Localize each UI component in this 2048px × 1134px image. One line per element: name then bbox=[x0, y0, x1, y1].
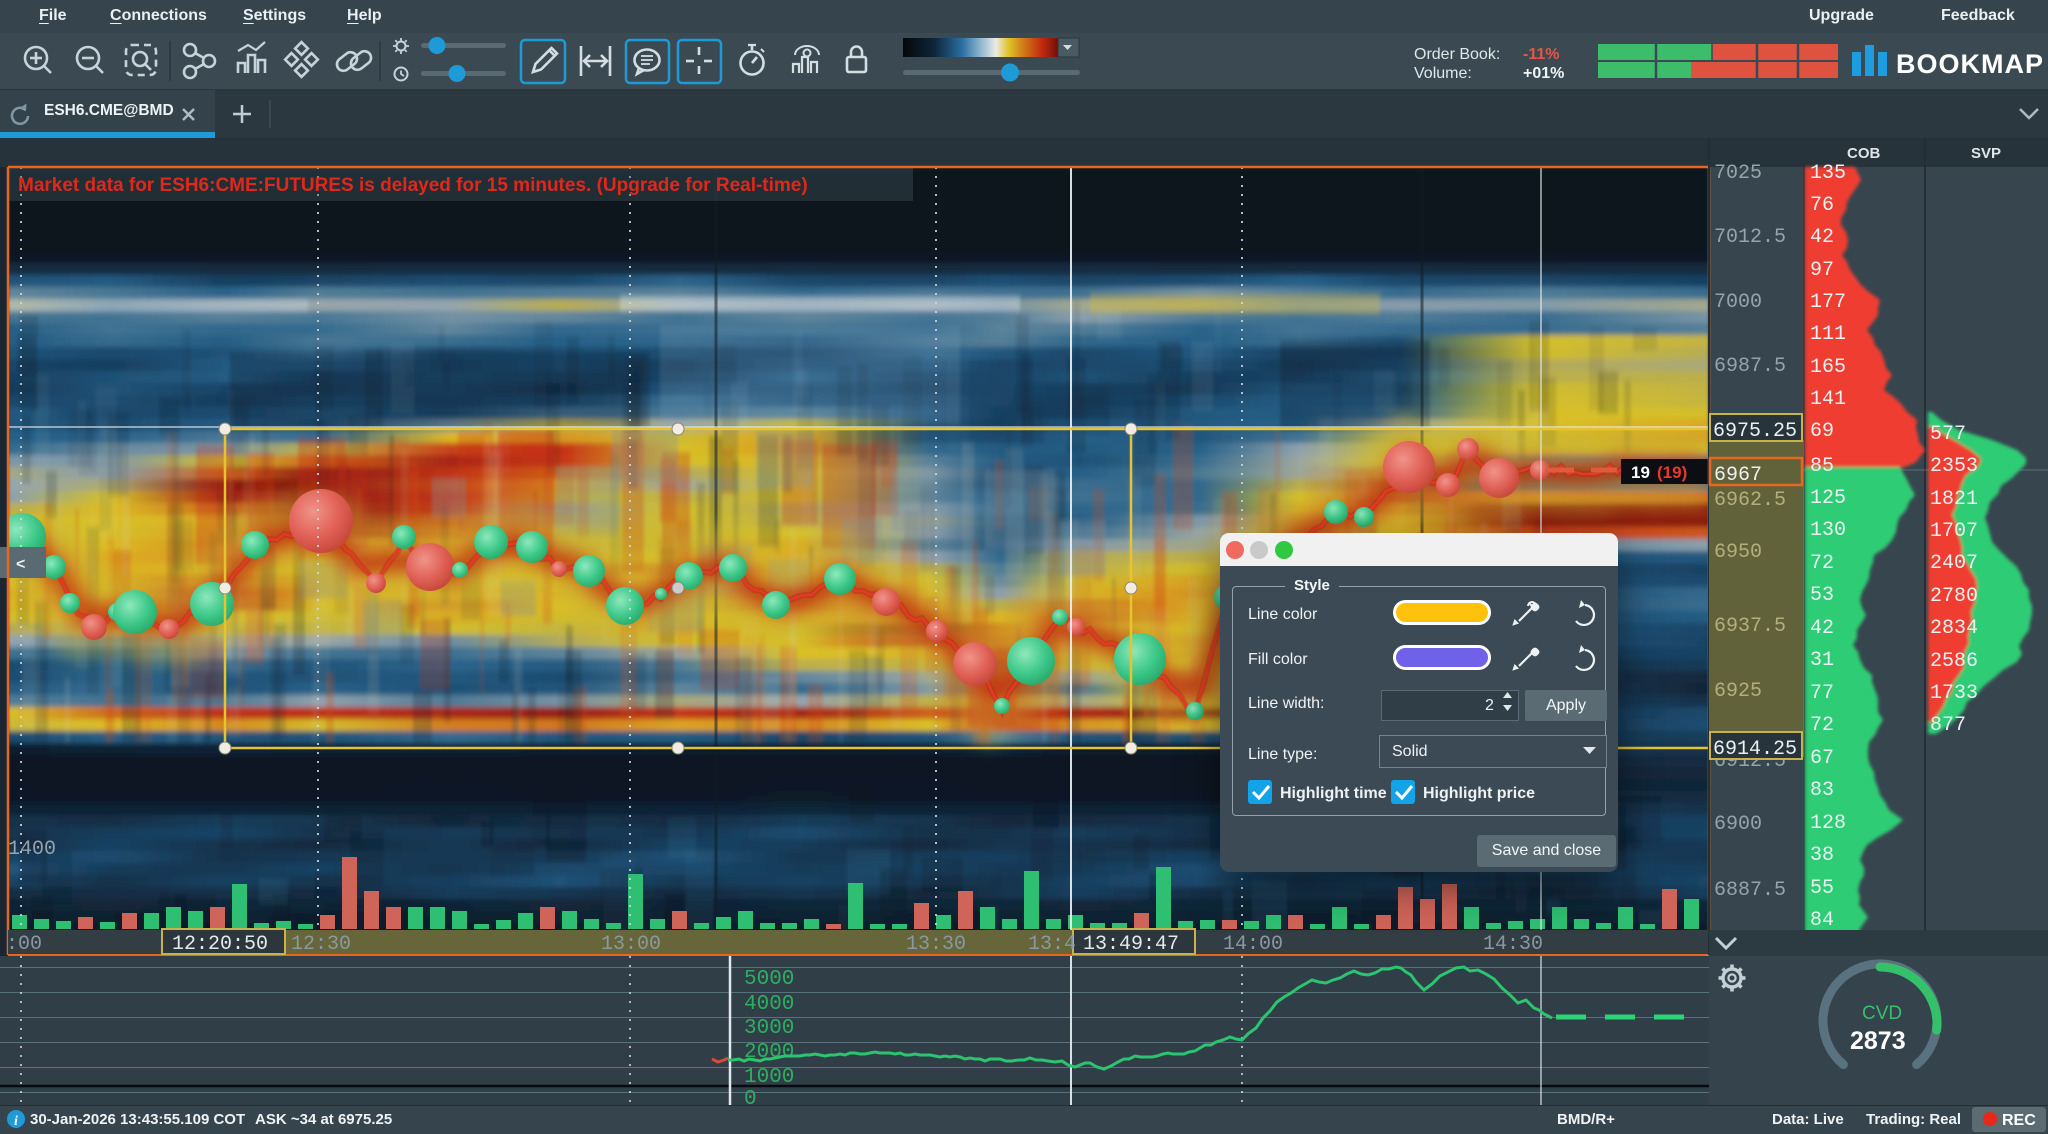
svg-text:+01%: +01% bbox=[1523, 65, 1564, 82]
svg-text:85: 85 bbox=[1810, 455, 1834, 478]
svg-text:38: 38 bbox=[1810, 844, 1834, 867]
svg-text:SVP: SVP bbox=[1971, 145, 2001, 162]
svg-text:135: 135 bbox=[1810, 162, 1846, 185]
svg-text:6925: 6925 bbox=[1714, 680, 1762, 703]
svg-text:141: 141 bbox=[1810, 388, 1846, 411]
svg-text:7025: 7025 bbox=[1714, 162, 1762, 185]
svg-text:7000: 7000 bbox=[1714, 291, 1762, 314]
svg-text:7012.5: 7012.5 bbox=[1714, 226, 1786, 249]
svg-text:i: i bbox=[14, 1114, 18, 1129]
svg-text:77: 77 bbox=[1810, 682, 1834, 705]
svg-text:76: 76 bbox=[1810, 194, 1834, 217]
svg-text:14:30: 14:30 bbox=[1483, 933, 1543, 956]
svg-text:-11%: -11% bbox=[1523, 46, 1559, 63]
svg-text:130: 130 bbox=[1810, 519, 1846, 542]
svg-text:13:49:47: 13:49:47 bbox=[1083, 933, 1179, 956]
svg-text:42: 42 bbox=[1810, 617, 1834, 640]
svg-text:1733: 1733 bbox=[1930, 682, 1978, 705]
svg-text:1400: 1400 bbox=[8, 838, 56, 861]
svg-text:2780: 2780 bbox=[1930, 585, 1978, 608]
svg-text:69: 69 bbox=[1810, 420, 1834, 443]
svg-text:REC: REC bbox=[2002, 1112, 2036, 1129]
svg-text:CVD: CVD bbox=[1862, 1003, 1902, 1024]
svg-text:128: 128 bbox=[1810, 812, 1846, 835]
svg-text:177: 177 bbox=[1810, 291, 1846, 314]
svg-text:165: 165 bbox=[1810, 356, 1846, 379]
svg-text:3000: 3000 bbox=[744, 1017, 794, 1040]
svg-text:877: 877 bbox=[1930, 714, 1966, 737]
svg-text:6975.25: 6975.25 bbox=[1713, 420, 1797, 443]
svg-text:67: 67 bbox=[1810, 747, 1834, 770]
svg-text:83: 83 bbox=[1810, 779, 1834, 802]
svg-text:2353: 2353 bbox=[1930, 455, 1978, 478]
svg-text:(19): (19) bbox=[1657, 463, 1687, 482]
svg-text:12:30: 12:30 bbox=[291, 933, 351, 956]
svg-text:Highlight price: Highlight price bbox=[1423, 785, 1535, 802]
svg-text:125: 125 bbox=[1810, 487, 1846, 510]
svg-text:13:4: 13:4 bbox=[1028, 933, 1076, 956]
svg-text:13:30: 13:30 bbox=[906, 933, 966, 956]
svg-text:6914.25: 6914.25 bbox=[1713, 738, 1797, 761]
svg-text:6937.5: 6937.5 bbox=[1714, 615, 1786, 638]
svg-text:13:00: 13:00 bbox=[601, 933, 661, 956]
svg-text:42: 42 bbox=[1810, 226, 1834, 249]
svg-text:6987.5: 6987.5 bbox=[1714, 355, 1786, 378]
svg-text:6962.5: 6962.5 bbox=[1714, 489, 1786, 512]
svg-text:577: 577 bbox=[1930, 423, 1966, 446]
svg-text:COB: COB bbox=[1847, 145, 1881, 162]
svg-text:Order Book:: Order Book: bbox=[1414, 46, 1500, 63]
svg-text:6950: 6950 bbox=[1714, 541, 1762, 564]
svg-text:84: 84 bbox=[1810, 909, 1834, 932]
svg-text:2834: 2834 bbox=[1930, 617, 1978, 640]
svg-text:6967: 6967 bbox=[1714, 464, 1762, 487]
svg-text:53: 53 bbox=[1810, 584, 1834, 607]
svg-text:6900: 6900 bbox=[1714, 813, 1762, 836]
svg-text:4000: 4000 bbox=[744, 993, 794, 1016]
svg-text:55: 55 bbox=[1810, 877, 1834, 900]
svg-text:6887.5: 6887.5 bbox=[1714, 879, 1786, 902]
svg-text:Market data for ESH6:CME:FUTUR: Market data for ESH6:CME:FUTURES is dela… bbox=[18, 175, 808, 196]
svg-text:12:20:50: 12:20:50 bbox=[172, 933, 268, 956]
svg-text:1821: 1821 bbox=[1930, 488, 1978, 511]
svg-text::00: :00 bbox=[6, 933, 42, 956]
svg-text:<: < bbox=[16, 556, 25, 573]
svg-text:111: 111 bbox=[1810, 323, 1846, 346]
svg-text:5000: 5000 bbox=[744, 968, 794, 991]
svg-text:14:00: 14:00 bbox=[1223, 933, 1283, 956]
svg-text:97: 97 bbox=[1810, 259, 1834, 282]
svg-text:31: 31 bbox=[1810, 649, 1834, 672]
svg-text:19: 19 bbox=[1631, 463, 1650, 482]
svg-text:1707: 1707 bbox=[1930, 520, 1978, 543]
svg-text:BOOKMAP: BOOKMAP bbox=[1896, 49, 2044, 79]
svg-text:Highlight time: Highlight time bbox=[1280, 785, 1387, 802]
svg-text:2586: 2586 bbox=[1930, 650, 1978, 673]
svg-text:1000: 1000 bbox=[744, 1066, 794, 1089]
svg-text:2407: 2407 bbox=[1930, 552, 1978, 575]
svg-text:72: 72 bbox=[1810, 552, 1834, 575]
svg-text:2873: 2873 bbox=[1850, 1027, 1906, 1055]
svg-text:Volume:: Volume: bbox=[1414, 65, 1472, 82]
svg-text:72: 72 bbox=[1810, 714, 1834, 737]
